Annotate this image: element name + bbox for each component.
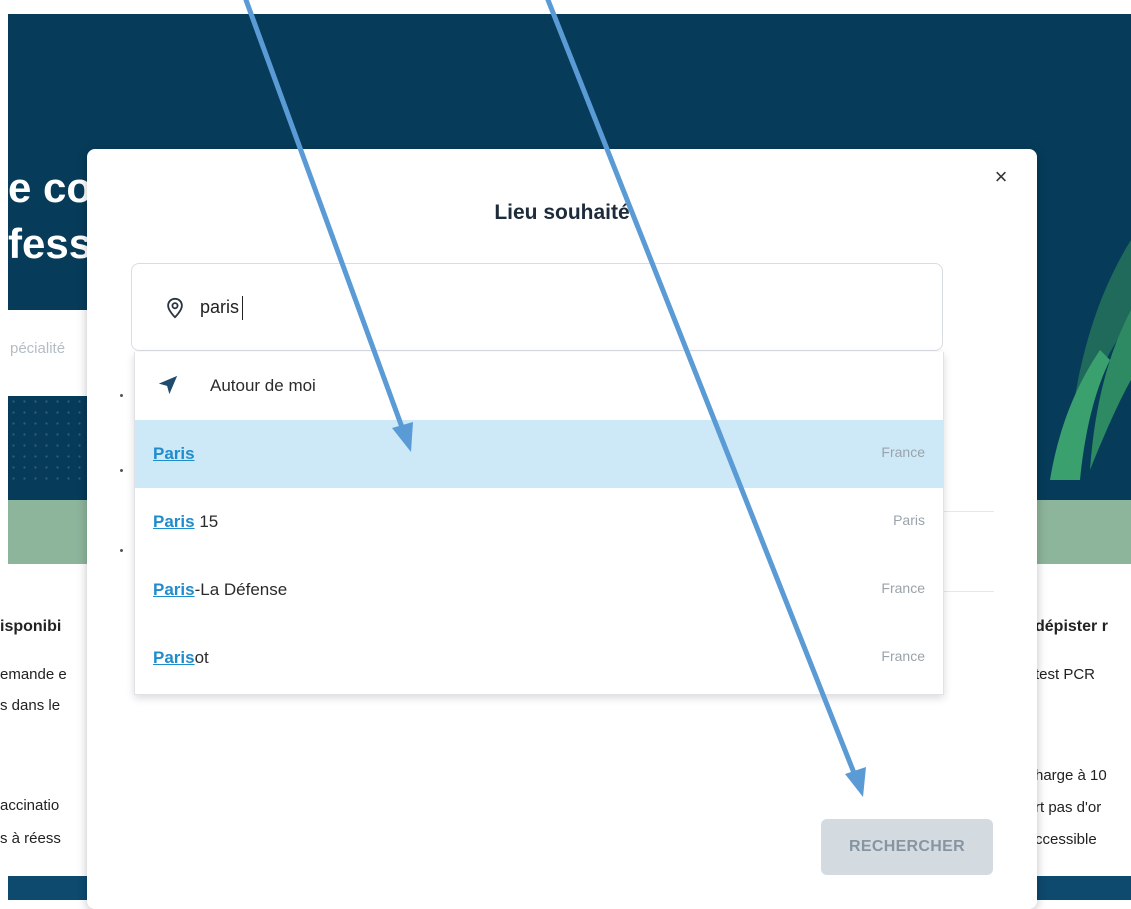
- suggestion-item[interactable]: Paris-La Défense France: [135, 556, 943, 624]
- left-line: accinatio: [0, 797, 60, 814]
- location-suggestions: Autour de moi Paris France Paris 15 Pari…: [134, 352, 944, 695]
- text-caret: [242, 296, 243, 320]
- search-submit-button[interactable]: RECHERCHER: [821, 819, 993, 875]
- close-button[interactable]: ×: [987, 163, 1015, 191]
- suggestion-item[interactable]: Paris 15 Paris: [135, 488, 943, 556]
- suggestion-label: Paris: [153, 444, 195, 463]
- suggestion-region: France: [881, 580, 925, 596]
- left-heading: isponibi: [0, 618, 62, 635]
- right-line: test PCR: [1035, 666, 1096, 683]
- suggestion-around-me[interactable]: Autour de moi: [135, 352, 943, 420]
- suggestion-region: France: [881, 648, 925, 664]
- right-column-text: dépister r test PCR harge à 10 rt pas d'…: [1030, 0, 1131, 900]
- location-modal: Lieu souhaité × Autour de moi Paris Fran…: [87, 149, 1037, 909]
- suggestion-item[interactable]: Parisot France: [135, 624, 943, 692]
- divider: [942, 511, 994, 512]
- suggestion-region: France: [881, 444, 925, 460]
- divider: [942, 591, 994, 592]
- right-heading: dépister r: [1035, 618, 1108, 635]
- right-line: ccessible: [1035, 831, 1097, 848]
- suggestion-label: Parisot: [153, 648, 209, 667]
- suggestion-label: Paris-La Défense: [153, 580, 288, 599]
- left-line: s dans le: [0, 697, 61, 714]
- suggestion-item[interactable]: Paris France: [135, 420, 943, 488]
- right-line: rt pas d'or: [1035, 799, 1102, 816]
- suggestion-label: Autour de moi: [210, 376, 316, 395]
- location-search-box[interactable]: [131, 263, 943, 351]
- left-line: emande e: [0, 666, 67, 683]
- left-line: s à réess: [0, 830, 61, 847]
- suggestion-label: Paris 15: [153, 512, 219, 531]
- navigation-arrow-icon: [158, 375, 178, 395]
- left-column-text: isponibi emande e s dans le accinatio s …: [0, 0, 90, 900]
- location-pin-icon: [167, 297, 183, 319]
- modal-title: Lieu souhaité: [494, 201, 630, 224]
- suggestion-region: Paris: [893, 512, 925, 528]
- location-search-input[interactable]: [200, 292, 800, 322]
- right-line: harge à 10: [1035, 767, 1107, 784]
